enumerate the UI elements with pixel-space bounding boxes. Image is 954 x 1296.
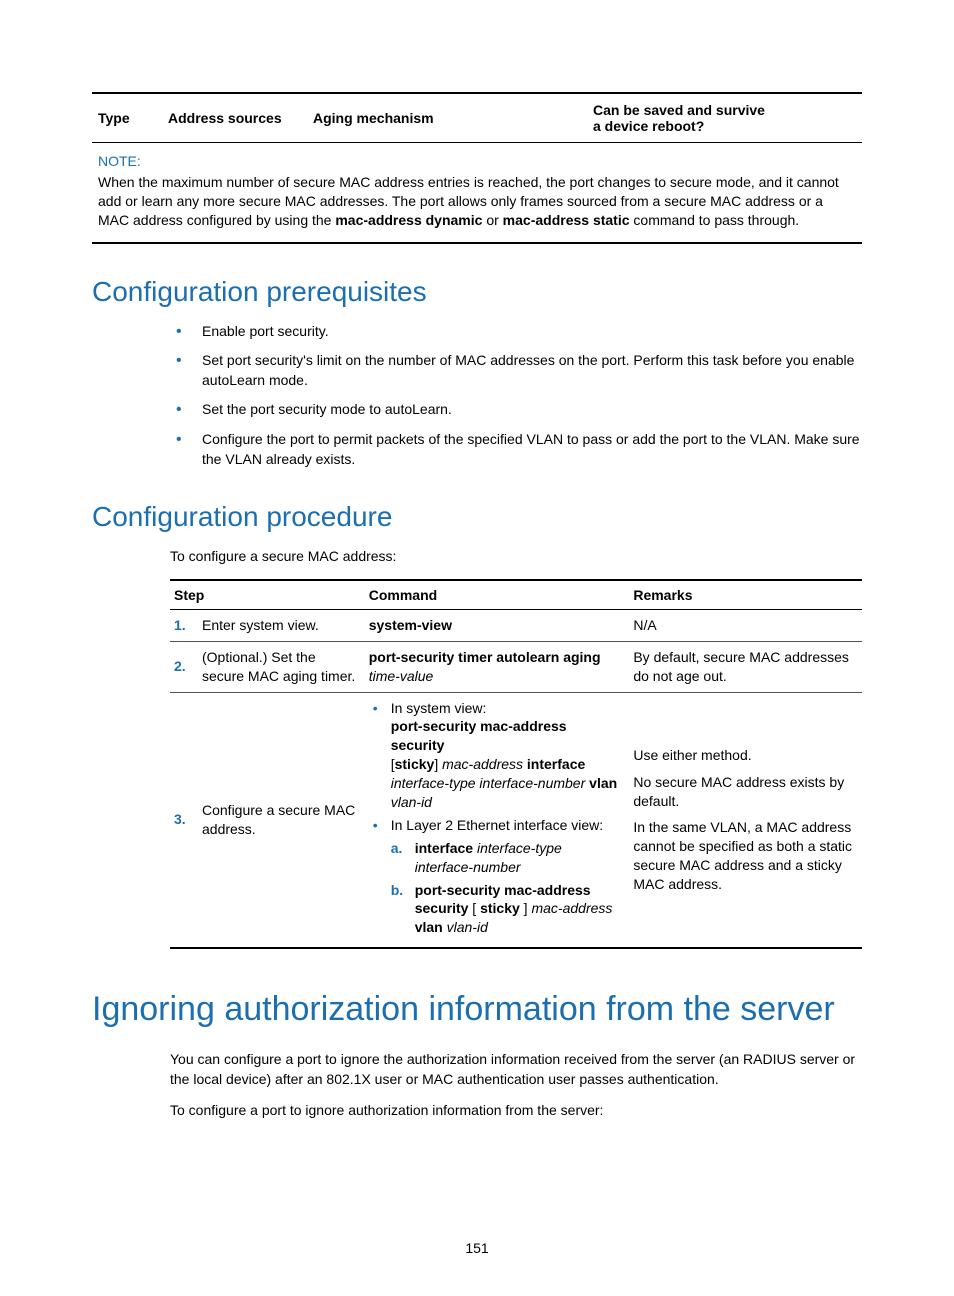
table-row: 3. Configure a secure MAC address. In sy…	[170, 693, 862, 948]
table-row: 2. (Optional.) Set the secure MAC aging …	[170, 642, 862, 693]
heading-configuration-prerequisites: Configuration prerequisites	[92, 276, 862, 308]
text-in-l2-view: In Layer 2 Ethernet interface view:	[391, 817, 603, 833]
remarks-p2: No secure MAC address exists by default.	[633, 773, 858, 811]
step-cell: 1. Enter system view.	[174, 616, 369, 635]
remarks-cell: Use either method. No secure MAC address…	[633, 746, 858, 894]
cmd-sticky: sticky	[395, 756, 435, 772]
note-bold-dynamic: mac-address dynamic	[335, 212, 482, 228]
remarks-cell: N/A	[633, 616, 858, 635]
note-block: NOTE: When the maximum number of secure …	[92, 143, 862, 242]
param-mac-address-2: mac-address	[531, 900, 612, 916]
cmd-vlan-kw: vlan	[585, 775, 617, 791]
substep-a: a. interface interface-type interface-nu…	[391, 839, 622, 877]
substep-b: b. port-security mac-address security [ …	[391, 881, 622, 938]
col-aging-mechanism: Aging mechanism	[313, 110, 593, 126]
page-number: 151	[0, 1240, 954, 1256]
command-bullet-system-view: In system view: port-security mac-addres…	[369, 699, 622, 812]
cmd-port-security-mac: port-security mac-address security	[391, 718, 567, 753]
param-vlan-id-2: vlan-id	[443, 919, 488, 935]
cmd-interface-kw: interface	[523, 756, 585, 772]
heading-configuration-procedure: Configuration procedure	[92, 501, 862, 533]
command-cell: system-view	[369, 616, 634, 635]
ignore-paragraph-2: To configure a port to ignore authorizat…	[170, 1101, 862, 1121]
note-text: When the maximum number of secure MAC ad…	[98, 173, 856, 230]
step-cell: 3. Configure a secure MAC address.	[174, 801, 369, 839]
note-text-part3: command to pass through.	[630, 212, 800, 228]
bracket-close-2: ]	[520, 900, 532, 916]
step-cell: 2. (Optional.) Set the secure MAC aging …	[174, 648, 369, 686]
cmd-interface: interface	[415, 840, 473, 856]
heading-ignoring-authorization: Ignoring authorization information from …	[92, 989, 862, 1030]
cmd-sticky-2: sticky	[480, 900, 520, 916]
param-mac-address: mac-address	[442, 756, 523, 772]
command-autolearn-aging: port-security timer autolearn aging	[369, 649, 601, 665]
note-label: NOTE:	[98, 153, 856, 169]
list-item: Set port security's limit on the number …	[170, 351, 862, 390]
ignore-paragraph-1: You can configure a port to ignore the a…	[170, 1050, 862, 1089]
col-can-be-saved: Can be saved and survive a device reboot…	[593, 102, 778, 134]
list-item: Enable port security.	[170, 322, 862, 342]
remarks-cell: By default, secure MAC addresses do not …	[633, 648, 858, 686]
step-number: 1.	[174, 616, 202, 635]
list-item: Set the port security mode to autoLearn.	[170, 400, 862, 420]
col-type: Type	[98, 110, 168, 126]
substep-marker-a: a.	[391, 839, 403, 858]
step-number: 2.	[174, 657, 202, 676]
procedure-table: Step Command Remarks 1. Enter system vie…	[170, 579, 862, 949]
col-step: Step	[174, 587, 369, 603]
command-param-time-value: time-value	[369, 668, 434, 684]
bracket-open-2: [	[468, 900, 480, 916]
text-in-system-view: In system view:	[391, 700, 487, 716]
note-bold-static: mac-address static	[503, 212, 630, 228]
param-vlan-id: vlan-id	[391, 794, 432, 810]
secure-mac-types-table: Type Address sources Aging mechanism Can…	[92, 92, 862, 244]
command-system-view: system-view	[369, 617, 452, 633]
step-number: 3.	[174, 810, 202, 829]
procedure-table-header: Step Command Remarks	[170, 581, 862, 610]
step-description: Enter system view.	[202, 616, 319, 635]
col-address-sources: Address sources	[168, 110, 313, 126]
cmd-vlan-kw-2: vlan	[415, 919, 443, 935]
note-text-part2: or	[482, 212, 502, 228]
col-command: Command	[369, 587, 634, 603]
procedure-intro: To configure a secure MAC address:	[170, 547, 862, 567]
remarks-p3: In the same VLAN, a MAC address cannot b…	[633, 818, 858, 894]
bracket-close: ]	[434, 756, 442, 772]
table-row: 1. Enter system view. system-view N/A	[170, 610, 862, 642]
command-cell: In system view: port-security mac-addres…	[369, 699, 634, 942]
table-header-row: Type Address sources Aging mechanism Can…	[92, 94, 862, 143]
col-remarks: Remarks	[633, 587, 858, 603]
prerequisites-list: Enable port security. Set port security'…	[170, 322, 862, 470]
list-item: Configure the port to permit packets of …	[170, 430, 862, 469]
substep-marker-b: b.	[391, 881, 403, 900]
param-interface-type-number: interface-type interface-number	[391, 775, 586, 791]
remarks-p1: Use either method.	[633, 746, 858, 765]
command-cell: port-security timer autolearn aging time…	[369, 648, 634, 686]
command-bullet-l2-view: In Layer 2 Ethernet interface view: a. i…	[369, 816, 622, 937]
step-description: Configure a secure MAC address.	[202, 801, 361, 839]
step-description: (Optional.) Set the secure MAC aging tim…	[202, 648, 361, 686]
